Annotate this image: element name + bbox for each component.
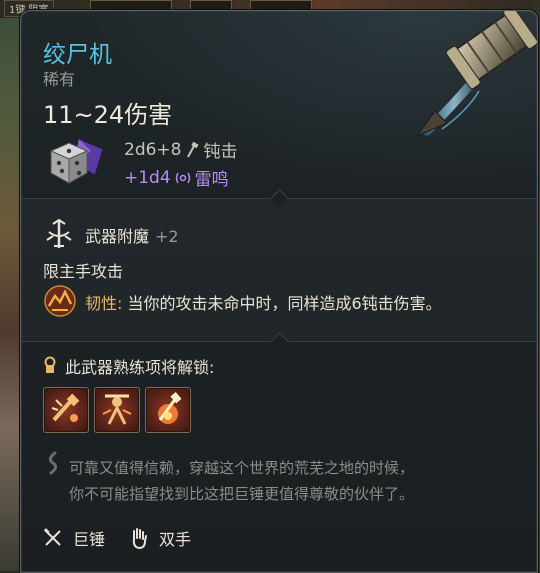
property-text: 当你的攻击未命中时，同样造成6钝击伤害。 — [127, 294, 442, 313]
enchantment-bonus: +2 — [155, 227, 179, 246]
extra-damage-type: 雷鸣 — [194, 170, 229, 190]
weapon-type-label: 巨锤 — [73, 530, 106, 549]
proficiency-header: 此武器熟练项将解锁: — [65, 358, 215, 377]
unlock-icon — [44, 356, 56, 373]
dice-icon — [49, 138, 104, 184]
crossed-weapons-icon — [43, 528, 61, 546]
weapon-type: 巨锤 — [43, 526, 105, 550]
proficiency-action-icon[interactable] — [145, 387, 191, 433]
toughness-property: 韧性: 当你的攻击未命中时，同样造成6钝击伤害。 — [85, 290, 442, 314]
proficiency-action-icon[interactable] — [43, 387, 89, 433]
item-rarity: 稀有 — [43, 70, 76, 89]
flavor-line: 可靠又值得信赖，穿越这个世界的荒芜之地的时候， — [69, 459, 415, 477]
flavor-text: 可靠又值得信赖，穿越这个世界的荒芜之地的时候， 你不可能指望找到比这把巨锤更值得… — [69, 455, 519, 507]
enchantment-row: 武器附魔 +2 — [85, 223, 179, 247]
weapon-enchantment-icon — [46, 218, 72, 248]
proficiency-action-icon[interactable] — [94, 387, 140, 433]
toughness-icon — [44, 285, 76, 317]
base-damage-row: 2d6+8 钝击 — [124, 137, 238, 163]
item-damage: 11~24伤害 — [43, 101, 173, 129]
quote-icon — [48, 451, 58, 475]
attack-restriction: 限主手攻击 — [43, 262, 124, 281]
enchantment-label: 武器附魔 — [85, 227, 150, 246]
weapon-art-icon — [415, 11, 537, 138]
proficiency-actions — [43, 387, 191, 433]
handedness: 双手 — [129, 526, 191, 550]
handedness-label: 双手 — [159, 530, 192, 549]
hand-icon — [132, 528, 148, 549]
property-label: 韧性: — [85, 294, 123, 313]
thunder-icon — [175, 172, 190, 183]
item-name: 绞尸机 — [43, 42, 112, 68]
extra-damage-row: +1d4 雷鸣 — [124, 165, 229, 191]
item-tooltip: 绞尸机 稀有 11~24伤害 2d6+8 钝击 +1d4 雷鸣 武器附魔 +2 … — [20, 10, 538, 573]
base-damage-type: 钝击 — [203, 142, 238, 162]
base-damage-dice: 2d6+8 — [124, 139, 182, 160]
flavor-line: 你不可能指望找到比这把巨锤更值得尊敬的伙伴了。 — [69, 485, 415, 503]
item-footer: 巨锤 双手 — [43, 526, 205, 550]
bludgeon-icon — [187, 141, 200, 157]
extra-damage-dice: +1d4 — [124, 167, 171, 188]
